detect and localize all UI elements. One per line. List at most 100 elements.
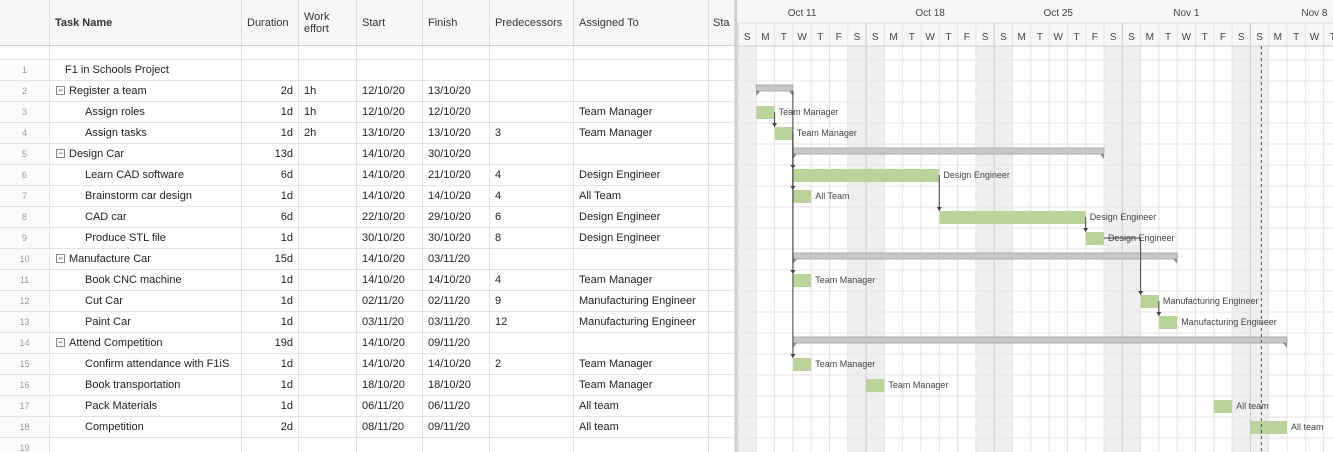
- start-date-cell[interactable]: 03/11/20: [357, 312, 423, 333]
- assigned-to-cell[interactable]: Design Engineer: [574, 207, 709, 228]
- table-row[interactable]: 17 Pack Materials 1d 06/11/20 06/11/20 All te…: [0, 396, 735, 417]
- status-cell[interactable]: [709, 249, 735, 270]
- start-date-cell[interactable]: 14/10/20: [357, 270, 423, 291]
- work-effort-cell[interactable]: [299, 207, 357, 228]
- status-cell[interactable]: [709, 186, 735, 207]
- work-effort-cell[interactable]: [299, 165, 357, 186]
- predecessors-cell[interactable]: 2: [490, 354, 574, 375]
- assigned-to-cell[interactable]: Design Engineer: [574, 228, 709, 249]
- task-name-cell[interactable]: Assign tasks: [50, 123, 242, 144]
- status-cell[interactable]: [709, 228, 735, 249]
- duration-cell[interactable]: 1d: [242, 312, 299, 333]
- work-effort-cell[interactable]: [299, 144, 357, 165]
- start-date-cell[interactable]: [357, 60, 423, 81]
- status-cell[interactable]: [709, 312, 735, 333]
- status-cell[interactable]: [709, 144, 735, 165]
- task-name-cell[interactable]: − Manufacture Car: [50, 249, 242, 270]
- task-name-cell[interactable]: Learn CAD software: [50, 165, 242, 186]
- duration-cell[interactable]: 1d: [242, 396, 299, 417]
- finish-date-cell[interactable]: 09/11/20: [423, 417, 490, 438]
- table-row[interactable]: 9 Produce STL file 1d 30/10/20 30/10/20 8 Desi…: [0, 228, 735, 249]
- table-row[interactable]: 2− Register a team 2d 1h 12/10/20 13/10/20: [0, 81, 735, 102]
- duration-cell[interactable]: 6d: [242, 207, 299, 228]
- column-header-assigned-to[interactable]: Assigned To: [574, 0, 709, 46]
- summary-bar[interactable]: [792, 336, 1288, 344]
- task-bar[interactable]: [939, 211, 1086, 224]
- finish-date-cell[interactable]: 18/10/20: [423, 375, 490, 396]
- column-header-start[interactable]: Start: [357, 0, 423, 46]
- predecessors-cell[interactable]: 4: [490, 270, 574, 291]
- duration-cell[interactable]: 1d: [242, 375, 299, 396]
- work-effort-cell[interactable]: [299, 375, 357, 396]
- start-date-cell[interactable]: 22/10/20: [357, 207, 423, 228]
- table-row[interactable]: 3 Assign roles 1d 1h 12/10/20 12/10/20 Team Ma…: [0, 102, 735, 123]
- table-row[interactable]: 14− Attend Competition 19d 14/10/20 09/11/20: [0, 333, 735, 354]
- task-bar[interactable]: [792, 358, 812, 371]
- task-bar[interactable]: [792, 274, 812, 287]
- duration-cell[interactable]: 13d: [242, 144, 299, 165]
- task-name-cell[interactable]: Pack Materials: [50, 396, 242, 417]
- status-cell[interactable]: [709, 207, 735, 228]
- work-effort-cell[interactable]: [299, 396, 357, 417]
- assigned-to-cell[interactable]: Manufacturing Engineer: [574, 312, 709, 333]
- task-name-cell[interactable]: Assign roles: [50, 102, 242, 123]
- column-header-task-name[interactable]: Task Name: [50, 0, 242, 46]
- work-effort-cell[interactable]: [299, 60, 357, 81]
- work-effort-cell[interactable]: [299, 438, 357, 452]
- finish-date-cell[interactable]: 30/10/20: [423, 228, 490, 249]
- predecessors-cell[interactable]: [490, 102, 574, 123]
- task-name-cell[interactable]: Paint Car: [50, 312, 242, 333]
- start-date-cell[interactable]: 14/10/20: [357, 144, 423, 165]
- work-effort-cell[interactable]: [299, 354, 357, 375]
- finish-date-cell[interactable]: 30/10/20: [423, 144, 490, 165]
- summary-bar[interactable]: [755, 84, 794, 92]
- finish-date-cell[interactable]: 14/10/20: [423, 354, 490, 375]
- task-bar[interactable]: [866, 379, 885, 392]
- duration-cell[interactable]: 19d: [242, 333, 299, 354]
- finish-date-cell[interactable]: 29/10/20: [423, 207, 490, 228]
- duration-cell[interactable]: [242, 60, 299, 81]
- predecessors-cell[interactable]: [490, 144, 574, 165]
- work-effort-cell[interactable]: 1h: [299, 81, 357, 102]
- start-date-cell[interactable]: 02/11/20: [357, 291, 423, 312]
- work-effort-cell[interactable]: [299, 417, 357, 438]
- start-date-cell[interactable]: 14/10/20: [357, 165, 423, 186]
- table-row[interactable]: 5− Design Car 13d 14/10/20 30/10/20: [0, 144, 735, 165]
- table-row[interactable]: 1 F1 in Schools Project: [0, 60, 735, 81]
- task-name-cell[interactable]: − Design Car: [50, 144, 242, 165]
- start-date-cell[interactable]: 18/10/20: [357, 375, 423, 396]
- task-name-cell[interactable]: − Register a team: [50, 81, 242, 102]
- predecessors-cell[interactable]: 4: [490, 165, 574, 186]
- task-bar[interactable]: [1250, 421, 1287, 434]
- task-name-cell[interactable]: Confirm attendance with F1iS: [50, 354, 242, 375]
- finish-date-cell[interactable]: 02/11/20: [423, 291, 490, 312]
- table-row[interactable]: 12 Cut Car 1d 02/11/20 02/11/20 9 Manufacturin…: [0, 291, 735, 312]
- work-effort-cell[interactable]: 2h: [299, 123, 357, 144]
- start-date-cell[interactable]: 12/10/20: [357, 81, 423, 102]
- start-date-cell[interactable]: 12/10/20: [357, 102, 423, 123]
- column-header-finish[interactable]: Finish: [423, 0, 490, 46]
- task-bar[interactable]: [1213, 400, 1233, 413]
- status-cell[interactable]: [709, 123, 735, 144]
- status-cell[interactable]: [709, 396, 735, 417]
- summary-bar[interactable]: [792, 252, 1178, 260]
- predecessors-cell[interactable]: [490, 396, 574, 417]
- task-name-cell[interactable]: CAD car: [50, 207, 242, 228]
- table-row[interactable]: 10− Manufacture Car 15d 14/10/20 03/11/20: [0, 249, 735, 270]
- duration-cell[interactable]: 1d: [242, 270, 299, 291]
- work-effort-cell[interactable]: [299, 333, 357, 354]
- predecessors-cell[interactable]: 8: [490, 228, 574, 249]
- assigned-to-cell[interactable]: Manufacturing Engineer: [574, 291, 709, 312]
- assigned-to-cell[interactable]: Team Manager: [574, 102, 709, 123]
- task-name-cell[interactable]: − Attend Competition: [50, 333, 242, 354]
- collapse-toggle-icon[interactable]: −: [56, 85, 65, 95]
- predecessors-cell[interactable]: [490, 249, 574, 270]
- table-row[interactable]: 7 Brainstorm car design 1d 14/10/20 14/10/20…: [0, 186, 735, 207]
- assigned-to-cell[interactable]: Team Manager: [574, 123, 709, 144]
- table-row[interactable]: 11 Book CNC machine 1d 14/10/20 14/10/20 4 Tea…: [0, 270, 735, 291]
- collapse-toggle-icon[interactable]: −: [56, 253, 65, 263]
- start-date-cell[interactable]: 14/10/20: [357, 333, 423, 354]
- start-date-cell[interactable]: 14/10/20: [357, 354, 423, 375]
- finish-date-cell[interactable]: [423, 60, 490, 81]
- finish-date-cell[interactable]: 13/10/20: [423, 81, 490, 102]
